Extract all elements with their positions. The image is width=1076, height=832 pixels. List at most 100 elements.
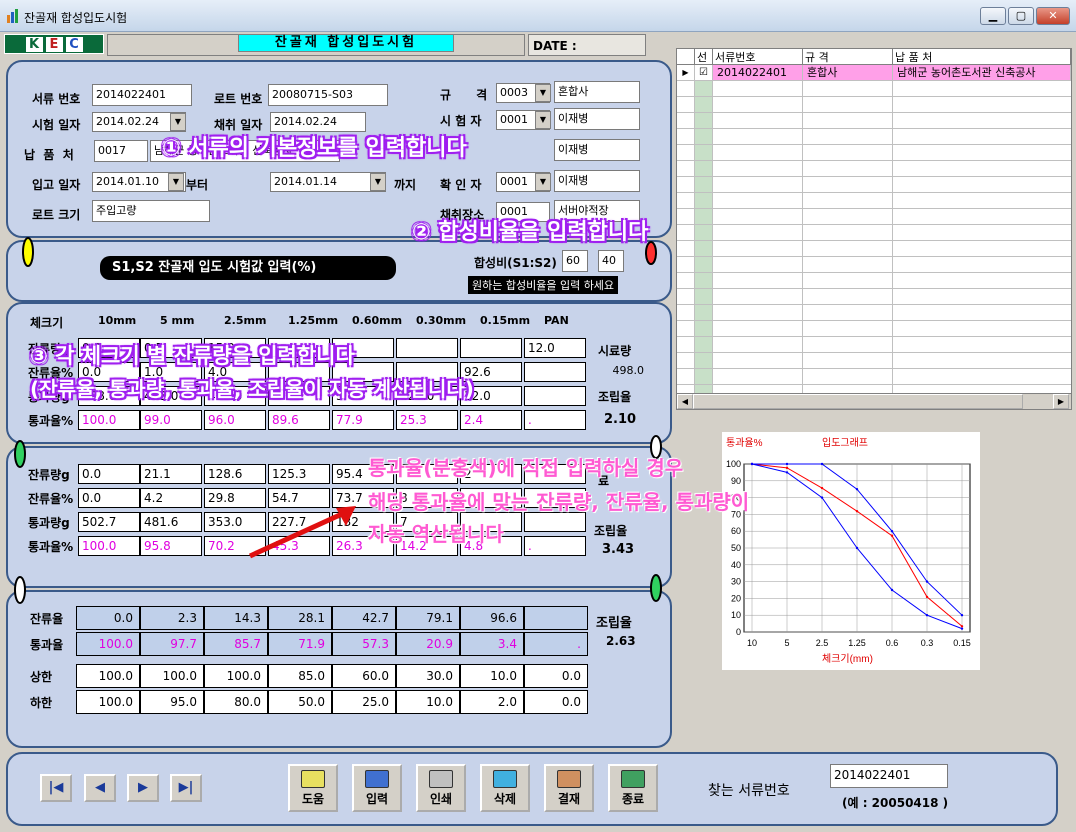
grid-header: 선 서류번호 규 격 납 품 처 [677,49,1071,65]
input-button[interactable]: 입력 [352,764,402,812]
table-cell: 100.0 [76,632,140,656]
y-axis-label: 통과율% [726,437,763,449]
section-title: S1,S2 잔골재 입도 시험값 입력(%) [100,256,396,280]
help-button[interactable]: 도움 [288,764,338,812]
doc-no-field[interactable]: 2014022401 [92,84,192,106]
table-cell: 42.7 [332,606,396,630]
table-cell[interactable]: 502.7 [78,512,140,532]
table-cell: 25.0 [332,690,396,714]
row-supplier: 남해군 농어촌도서관 신축공사 [893,65,1071,80]
spec-name-field[interactable]: 혼합사 [554,81,640,103]
printer-icon [429,770,453,788]
chevron-down-icon[interactable]: ▼ [370,173,386,191]
table-row[interactable]: ▶ ☑ 2014022401 혼합사 남해군 농어촌도서관 신축공사 [677,65,1071,81]
last-record-button[interactable]: ▶| [170,774,202,802]
supplier-code-field[interactable]: 0017 [94,140,148,162]
close-button[interactable]: ✕ [1036,7,1070,25]
data-point [960,627,964,630]
in-date-label: 입고 일자 [32,178,81,192]
data-point [820,486,824,490]
in-date-to-picker[interactable]: 2014.01.14 [270,172,386,192]
table-cell[interactable]: 0.0 [78,488,140,508]
approve-button[interactable]: 결재 [544,764,594,812]
table-cell: 20.9 [396,632,460,656]
ratio-s2-field[interactable]: 40 [598,250,624,272]
row-label: 잔류량g [28,468,70,482]
x-tick-label: 0.6 [886,638,899,648]
table-cell[interactable]: 0.0 [78,464,140,484]
table-cell[interactable] [460,338,522,358]
x-tick-label: 0.15 [953,638,971,648]
chevron-down-icon[interactable]: ▼ [170,113,186,131]
ratio-s1-field[interactable]: 60 [562,250,588,272]
table-cell[interactable]: 21.1 [140,464,202,484]
next-record-button[interactable]: ▶ [127,774,159,802]
chevron-down-icon[interactable]: ▼ [535,111,551,129]
exit-button[interactable]: 종료 [608,764,658,812]
minimize-button[interactable]: ▁ [980,7,1006,25]
table-cell: 30.0 [396,664,460,688]
sieve-size: 10mm [98,314,137,327]
chevron-down-icon[interactable]: ▼ [535,84,551,102]
empty-row [677,81,1071,97]
empty-row [677,353,1071,369]
table-cell[interactable]: 481.6 [140,512,202,532]
table-cell[interactable]: . [524,536,586,556]
confirm-name-field[interactable]: 이재병 [554,170,640,192]
table-cell[interactable]: 12.0 [524,338,586,358]
approve-label: 결재 [557,792,581,806]
table-cell[interactable]: 77.9 [332,410,394,430]
x-tick-label: 1.25 [848,638,866,648]
search-input[interactable]: 2014022401 [830,764,948,788]
h-scrollbar[interactable]: ◀ ▶ [677,393,1071,409]
chart-background [722,432,980,670]
table-cell[interactable]: . [524,410,586,430]
search-label: 찾는 서류번호 [708,783,790,799]
table-cell[interactable]: 128.6 [204,464,266,484]
prev-record-button[interactable]: ◀ [84,774,116,802]
tester-name-field[interactable]: 이재병 [554,108,640,130]
scroll-right-icon[interactable]: ▶ [1053,394,1069,409]
table-cell[interactable] [524,362,586,382]
document-grid[interactable]: 선 서류번호 규 격 납 품 처 ▶ ☑ 2014022401 혼합사 남해군 … [676,48,1072,410]
data-point [890,588,894,592]
scroll-thumb[interactable] [693,394,1023,409]
y-tick-label: 90 [731,476,741,486]
empty-row [677,177,1071,193]
table-cell[interactable]: 95.8 [140,536,202,556]
table-cell[interactable]: 25.3 [396,410,458,430]
data-point [890,534,894,537]
table-cell[interactable]: 2.4 [460,410,522,430]
table-cell[interactable]: 4.2 [140,488,202,508]
sample-date-picker[interactable]: 2014.02.24 [270,112,366,132]
table-cell[interactable] [524,386,586,406]
table-cell[interactable]: 99.0 [140,410,202,430]
delete-button[interactable]: 삭제 [480,764,530,812]
data-point [855,546,859,550]
x-tick-label: 0.3 [921,638,934,648]
y-tick-label: 40 [731,560,741,570]
chevron-down-icon[interactable]: ▼ [168,173,184,191]
row-label: 통과율 [30,638,64,652]
table-cell[interactable]: 89.6 [268,410,330,430]
chevron-down-icon[interactable]: ▼ [535,173,551,191]
exit-icon [621,770,645,788]
ratio-hint: 원하는 합성비율을 입력 하세요 [468,276,619,294]
maximize-button[interactable]: ▢ [1008,7,1034,25]
first-record-button[interactable]: |◀ [40,774,72,802]
table-cell[interactable]: 100.0 [78,536,140,556]
sieve-size: 2.5mm [224,314,267,327]
data-point [890,530,894,533]
table-cell[interactable]: 125.3 [268,464,330,484]
empty-row [677,97,1071,113]
table-cell[interactable]: 100.0 [78,410,140,430]
table-cell[interactable] [396,338,458,358]
lot-no-field[interactable]: 20080715-S03 [268,84,388,106]
checker-name-field[interactable]: 이재병 [554,139,640,161]
table-cell[interactable] [524,512,586,532]
lot-size-field[interactable]: 주입고량 [92,200,210,222]
row-checkbox[interactable]: ☑ [695,65,713,80]
print-button[interactable]: 인쇄 [416,764,466,812]
table-cell[interactable]: 96.0 [204,410,266,430]
scroll-left-icon[interactable]: ◀ [677,394,693,409]
